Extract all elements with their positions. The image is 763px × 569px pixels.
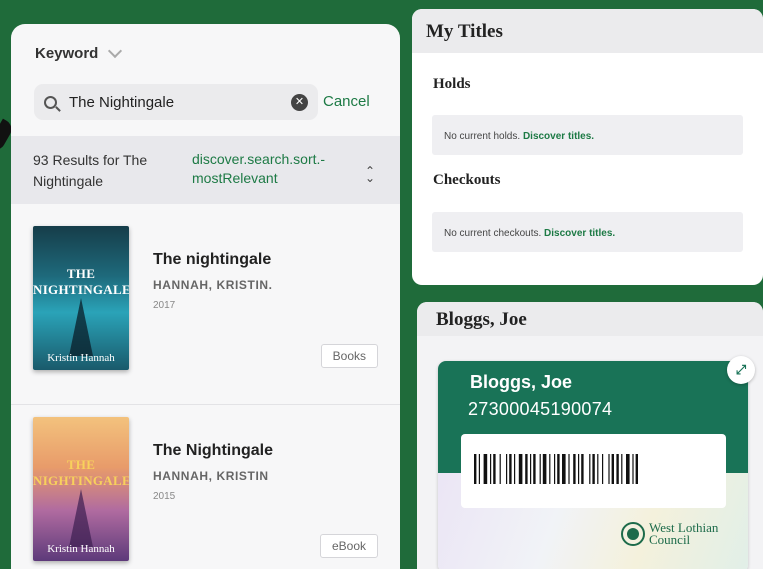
search-query: The Nightingale xyxy=(69,93,175,111)
council-name-line-2: Council xyxy=(649,532,691,547)
search-results-panel: Keyword The Nightingale ✕ Cancel 93 Resu… xyxy=(11,24,400,569)
results-bar: 93 Results for The Nightingale discover.… xyxy=(11,136,400,204)
barcode xyxy=(461,434,726,508)
cover-author: Kristin Hannah xyxy=(47,352,115,364)
holds-heading: Holds xyxy=(433,76,471,92)
list-item[interactable]: THE NIGHTINGALE Kristin Hannah The Night… xyxy=(11,404,400,569)
book-title[interactable]: The nightingale xyxy=(153,251,271,269)
book-author: HANNAH, KRISTIN xyxy=(153,469,269,483)
cover-title: THE NIGHTINGALE xyxy=(33,266,129,297)
panel-title: Bloggs, Joe xyxy=(417,302,763,336)
cover-title: THE NIGHTINGALE xyxy=(33,457,129,488)
library-card[interactable]: Bloggs, Joe 27300045190074 West Lothian … xyxy=(438,361,748,569)
list-item[interactable]: THE NIGHTINGALE Kristin Hannah The night… xyxy=(11,214,400,384)
checkouts-empty-text: No current checkouts. xyxy=(444,228,542,239)
format-badge: eBook xyxy=(319,534,378,558)
book-author: HANNAH, KRISTIN. xyxy=(153,278,273,292)
card-holder-name: Bloggs, Joe xyxy=(470,372,573,392)
my-titles-panel: My Titles Holds No current holds. Discov… xyxy=(412,9,763,285)
book-title[interactable]: The Nightingale xyxy=(153,442,273,460)
search-input[interactable]: The Nightingale ✕ xyxy=(34,84,318,120)
library-card-panel: Bloggs, Joe Bloggs, Joe 27300045190074 W… xyxy=(417,302,763,569)
eiffel-tower-graphic xyxy=(69,298,93,356)
card-number: 27300045190074 xyxy=(468,399,613,419)
book-cover[interactable]: THE NIGHTINGALE Kristin Hannah xyxy=(33,417,129,561)
book-year: 2015 xyxy=(153,491,176,502)
cover-author: Kristin Hannah xyxy=(47,543,115,555)
cancel-button[interactable]: Cancel xyxy=(323,93,370,110)
discover-titles-link[interactable]: Discover titles. xyxy=(544,228,615,239)
holds-empty-state: No current holds. Discover titles. xyxy=(432,115,743,155)
search-field-selector[interactable]: Keyword xyxy=(35,43,123,62)
panel-title: My Titles xyxy=(412,9,763,53)
checkouts-empty-state: No current checkouts. Discover titles. xyxy=(432,212,743,252)
eiffel-tower-graphic xyxy=(69,489,93,547)
sort-selector[interactable]: discover.search.sort.-mostRelevant xyxy=(192,150,362,188)
sort-chevron-icon[interactable]: ⌃ ⌄ xyxy=(365,165,375,184)
holds-empty-text: No current holds. xyxy=(444,131,521,142)
results-count: 93 Results for The Nightingale xyxy=(33,152,148,189)
discover-titles-link[interactable]: Discover titles. xyxy=(523,131,594,142)
search-field-label: Keyword xyxy=(35,45,99,62)
chevron-down-icon xyxy=(108,43,123,59)
expand-icon[interactable]: ⤢ xyxy=(727,356,755,384)
book-cover[interactable]: THE NIGHTINGALE Kristin Hannah xyxy=(33,226,129,370)
council-name: West Lothian Council xyxy=(649,521,718,547)
barcode-graphic xyxy=(474,454,638,484)
format-badge: Books xyxy=(320,344,378,368)
council-logo: West Lothian Council xyxy=(620,521,718,547)
council-emblem-icon xyxy=(621,522,645,546)
checkouts-heading: Checkouts xyxy=(433,172,501,188)
search-icon xyxy=(44,95,57,109)
clear-icon[interactable]: ✕ xyxy=(291,93,308,111)
book-year: 2017 xyxy=(153,300,176,311)
